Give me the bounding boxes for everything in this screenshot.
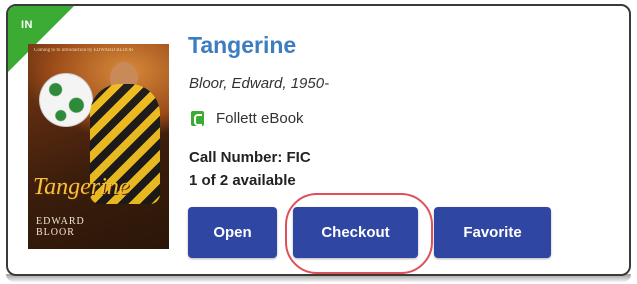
availability-ribbon-label: IN bbox=[21, 19, 33, 31]
cover-title: Tangerine bbox=[33, 174, 130, 200]
cover-author: EDWARD BLOOR bbox=[36, 216, 85, 238]
format-row: Follett eBook bbox=[191, 110, 304, 127]
cover-tagline: Coming to to introduction by EDWARD BLOO… bbox=[34, 48, 134, 53]
ebook-icon bbox=[191, 111, 204, 126]
checkout-highlight-ring bbox=[285, 193, 433, 274]
call-number: Call Number: FIC bbox=[189, 149, 311, 166]
book-author: Bloor, Edward, 1950- bbox=[189, 75, 330, 92]
book-title-link[interactable]: Tangerine bbox=[188, 32, 296, 59]
open-button[interactable]: Open bbox=[188, 207, 277, 258]
availability-count: 1 of 2 available bbox=[189, 172, 296, 189]
cover-author-first: EDWARD bbox=[36, 216, 85, 227]
book-cover-image[interactable]: Coming to to introduction by EDWARD BLOO… bbox=[28, 44, 169, 249]
soccer-ball-illustration bbox=[40, 74, 92, 126]
format-label: Follett eBook bbox=[216, 110, 304, 127]
cover-author-last: BLOOR bbox=[36, 227, 75, 238]
favorite-button[interactable]: Favorite bbox=[434, 207, 551, 258]
